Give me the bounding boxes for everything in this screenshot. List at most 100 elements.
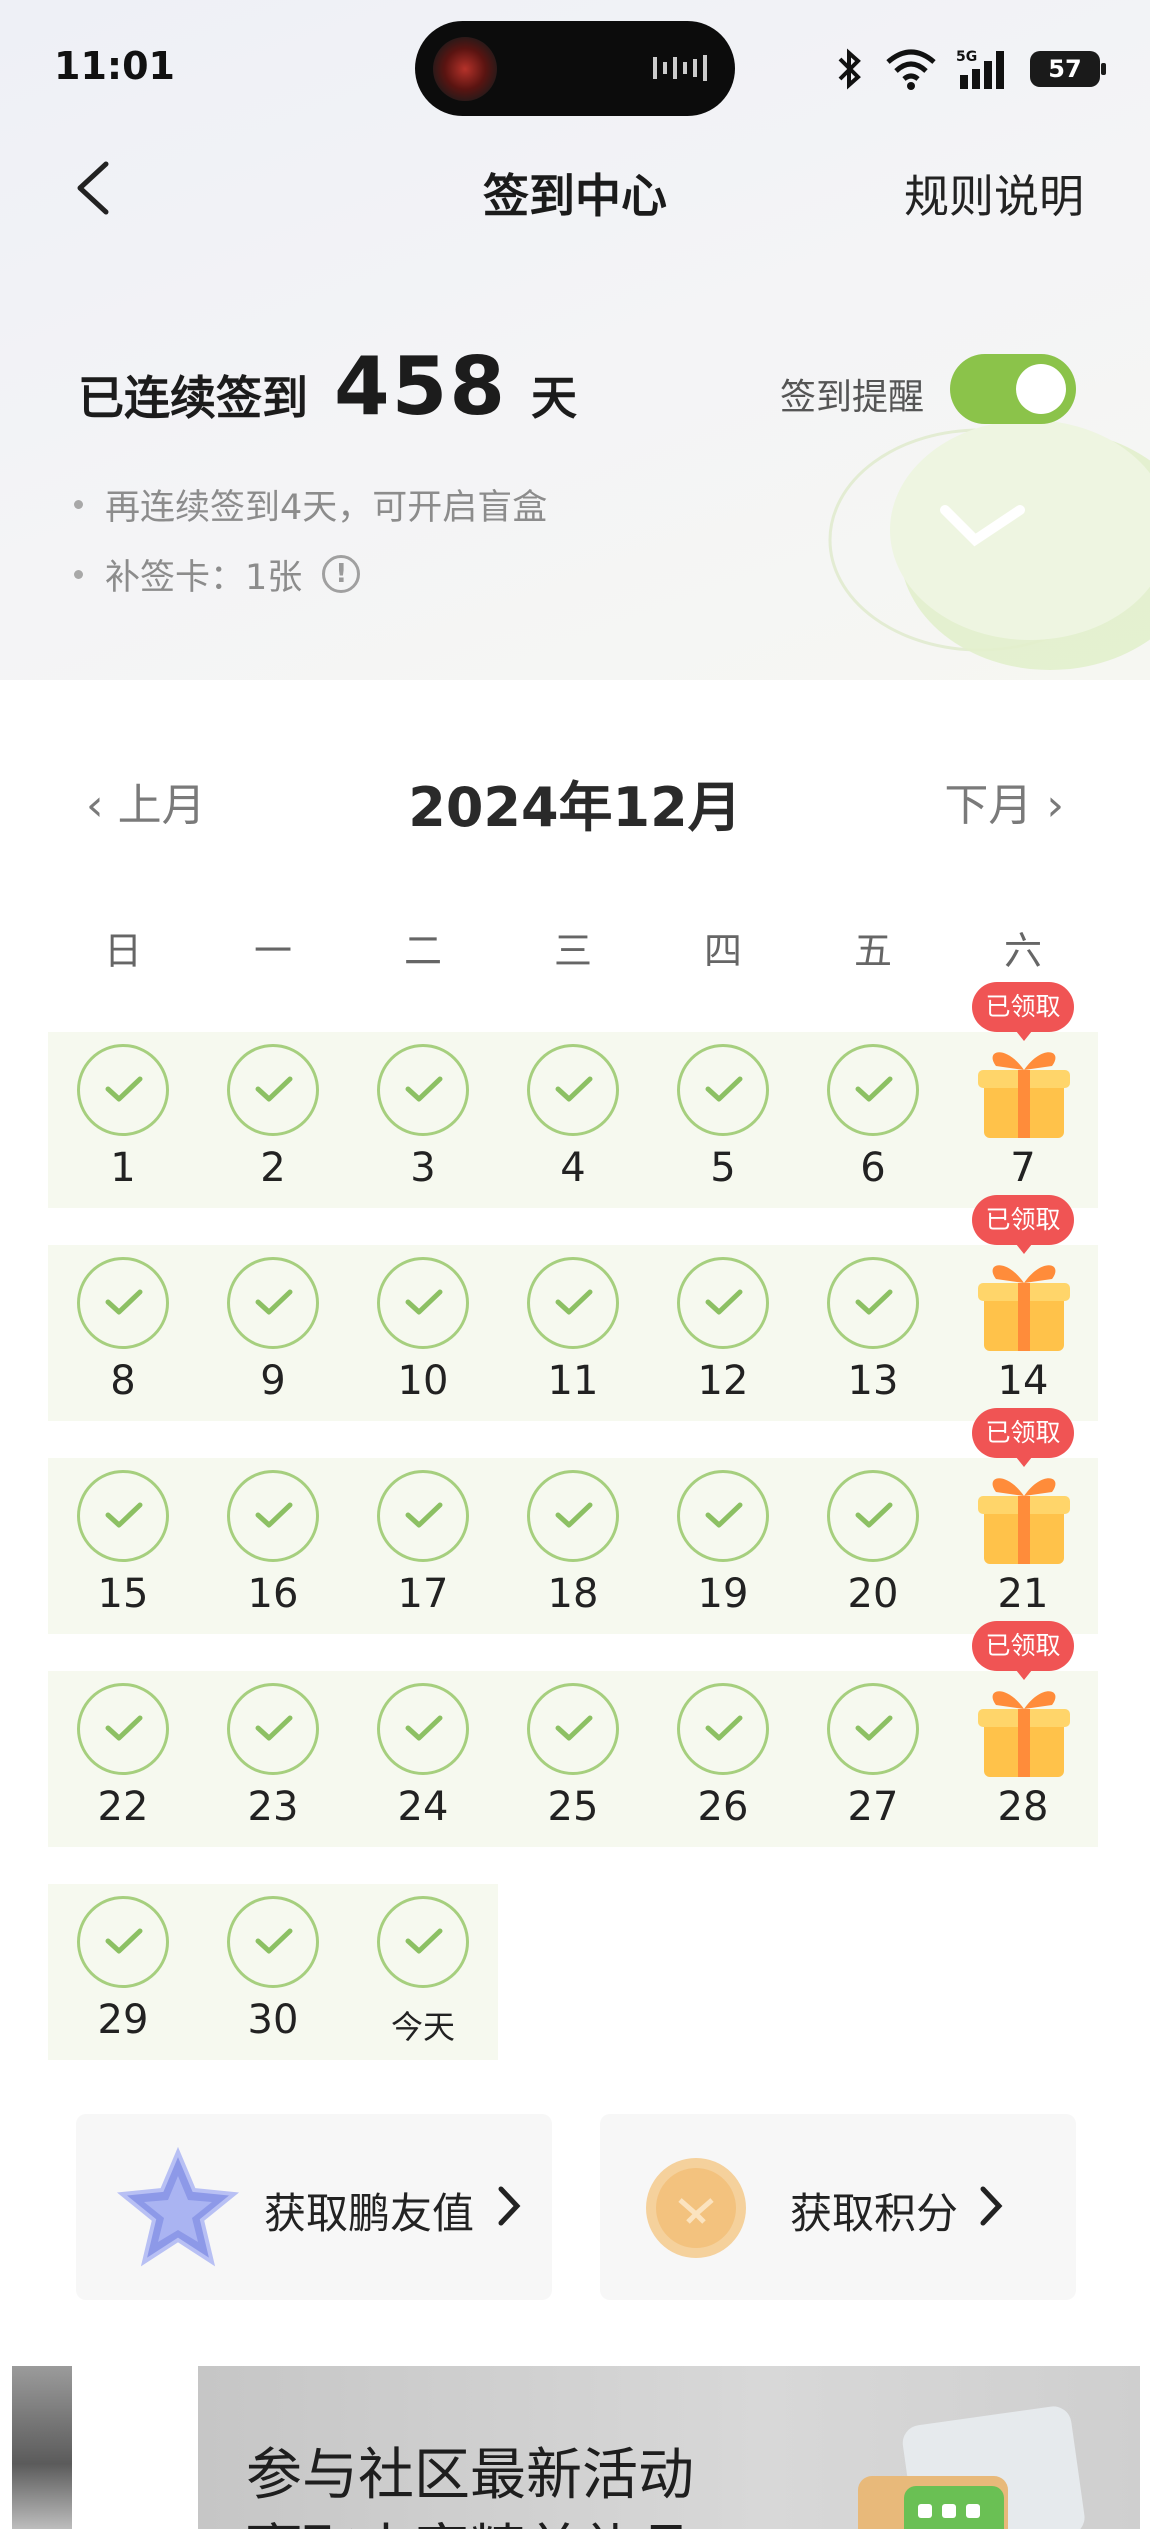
checked-in-icon xyxy=(77,1896,169,1988)
day-number: 9 xyxy=(260,1358,286,1404)
chevron-right-icon xyxy=(980,2186,1003,2226)
checked-in-icon xyxy=(527,1470,619,1562)
calendar-day[interactable]: 6 xyxy=(798,1032,948,1208)
banner-prev-thumbnail[interactable] xyxy=(12,2366,72,2529)
tip-makeup-card-text: 补签卡：1张 xyxy=(105,557,303,598)
checked-in-icon xyxy=(227,1896,319,1988)
day-number: 4 xyxy=(560,1145,586,1191)
checked-in-icon xyxy=(677,1470,769,1562)
calendar-day[interactable]: 18 xyxy=(498,1458,648,1634)
checked-in-icon xyxy=(377,1896,469,1988)
weekday-sat: 六 xyxy=(1003,929,1042,973)
checked-in-icon xyxy=(377,1257,469,1349)
checked-in-icon xyxy=(827,1470,919,1562)
calendar-day[interactable]: 11 xyxy=(498,1245,648,1421)
calendar-day[interactable]: 25 xyxy=(498,1671,648,1847)
calendar-day[interactable]: 23 xyxy=(198,1671,348,1847)
calendar-day[interactable]: 已领取 14 xyxy=(948,1195,1098,1421)
calendar-day[interactable]: 4 xyxy=(498,1032,648,1208)
day-number: 7 xyxy=(1010,1145,1036,1191)
rules-link[interactable]: 规则说明 xyxy=(904,160,1084,225)
reminder-label: 签到提醒 xyxy=(780,377,925,418)
bullet-dot xyxy=(74,499,83,509)
weekday-wed: 三 xyxy=(553,929,592,973)
day-number: 14 xyxy=(997,1358,1049,1404)
coin-icon xyxy=(646,2158,746,2258)
claimed-badge: 已领取 xyxy=(972,982,1074,1041)
tip-blind-box-text: 再连续签到4天，可开启盲盒 xyxy=(105,487,548,528)
calendar-day[interactable]: 1 xyxy=(48,1032,198,1208)
calendar-day[interactable]: 20 xyxy=(798,1458,948,1634)
calendar-day[interactable]: 5 xyxy=(648,1032,798,1208)
calendar-week-row: 8 9 10 11 12 13 已领取 14 xyxy=(48,1195,1098,1421)
day-number: 26 xyxy=(697,1784,749,1830)
calendar-day[interactable]: 19 xyxy=(648,1458,798,1634)
checked-in-icon xyxy=(77,1683,169,1775)
tips-list: 再连续签到4天，可开启盲盒 补签卡：1张 ! xyxy=(74,480,547,620)
checkin-coin-decoration xyxy=(828,420,1150,670)
day-number: 6 xyxy=(860,1145,886,1191)
streak-suffix: 天 xyxy=(531,371,577,425)
day-number: 17 xyxy=(397,1571,449,1617)
app-logo xyxy=(433,37,497,101)
calendar-day[interactable]: 9 xyxy=(198,1245,348,1421)
checked-in-icon xyxy=(377,1044,469,1136)
calendar-day[interactable]: 16 xyxy=(198,1458,348,1634)
checked-in-icon xyxy=(827,1044,919,1136)
checked-in-icon xyxy=(227,1257,319,1349)
checked-in-icon xyxy=(827,1683,919,1775)
calendar-day[interactable]: 8 xyxy=(48,1245,198,1421)
calendar-day[interactable]: 已领取 7 xyxy=(948,982,1098,1208)
day-number: 23 xyxy=(247,1784,299,1830)
reminder-toggle[interactable] xyxy=(950,354,1076,424)
calendar-day[interactable]: 12 xyxy=(648,1245,798,1421)
community-activity-banner[interactable]: 参与社区最新活动 赢取丰富精美礼品 xyxy=(198,2366,1140,2529)
day-number: 27 xyxy=(847,1784,899,1830)
day-number: 24 xyxy=(397,1784,449,1830)
checked-in-icon xyxy=(227,1470,319,1562)
calendar-day[interactable]: 24 xyxy=(348,1671,498,1847)
battery-indicator: 57 xyxy=(1030,51,1106,87)
checked-in-icon xyxy=(227,1044,319,1136)
friend-value-label: 获取鹏友值 xyxy=(264,2189,475,2238)
checked-in-icon xyxy=(527,1683,619,1775)
chevron-right-icon xyxy=(498,2186,521,2226)
today-label: 今天 xyxy=(390,2008,455,2046)
gift-icon xyxy=(978,1691,1070,1777)
day-number: 2 xyxy=(260,1145,286,1191)
calendar-day[interactable]: 10 xyxy=(348,1245,498,1421)
day-number: 30 xyxy=(247,1997,299,2043)
next-month-button[interactable]: 下月 › xyxy=(944,769,1064,833)
calendar-day[interactable]: 今天 xyxy=(348,1884,498,2060)
day-number: 22 xyxy=(97,1784,149,1830)
calendar-day[interactable]: 30 xyxy=(198,1884,348,2060)
calendar-day[interactable]: 已领取 28 xyxy=(948,1621,1098,1847)
get-friend-value-card[interactable]: 获取鹏友值 xyxy=(76,2114,552,2300)
calendar-day[interactable]: 26 xyxy=(648,1671,798,1847)
day-number: 15 xyxy=(97,1571,149,1617)
calendar-day[interactable]: 15 xyxy=(48,1458,198,1634)
calendar-day[interactable]: 22 xyxy=(48,1671,198,1847)
day-number: 18 xyxy=(547,1571,599,1617)
gift-icon xyxy=(978,1265,1070,1351)
calendar-day[interactable]: 2 xyxy=(198,1032,348,1208)
get-points-card[interactable]: 获取积分 xyxy=(600,2114,1076,2300)
calendar-day[interactable]: 27 xyxy=(798,1671,948,1847)
info-icon[interactable]: ! xyxy=(322,555,361,593)
claimed-badge: 已领取 xyxy=(972,1408,1074,1467)
tip-makeup-card: 补签卡：1张 ! xyxy=(74,550,547,598)
calendar-day[interactable]: 17 xyxy=(348,1458,498,1634)
checked-in-icon xyxy=(827,1257,919,1349)
calendar-day[interactable]: 已领取 21 xyxy=(948,1408,1098,1634)
next-month-label: 下月 xyxy=(944,780,1033,831)
day-number: 13 xyxy=(847,1358,899,1404)
checked-in-icon xyxy=(527,1257,619,1349)
weekday-fri: 五 xyxy=(853,929,892,973)
claimed-badge: 已领取 xyxy=(972,1621,1074,1680)
calendar-day[interactable]: 3 xyxy=(348,1032,498,1208)
calendar-day[interactable]: 29 xyxy=(48,1884,198,2060)
calendar-day[interactable]: 13 xyxy=(798,1245,948,1421)
bluetooth-icon xyxy=(838,48,861,90)
day-number: 21 xyxy=(997,1571,1049,1617)
day-number: 12 xyxy=(697,1358,749,1404)
